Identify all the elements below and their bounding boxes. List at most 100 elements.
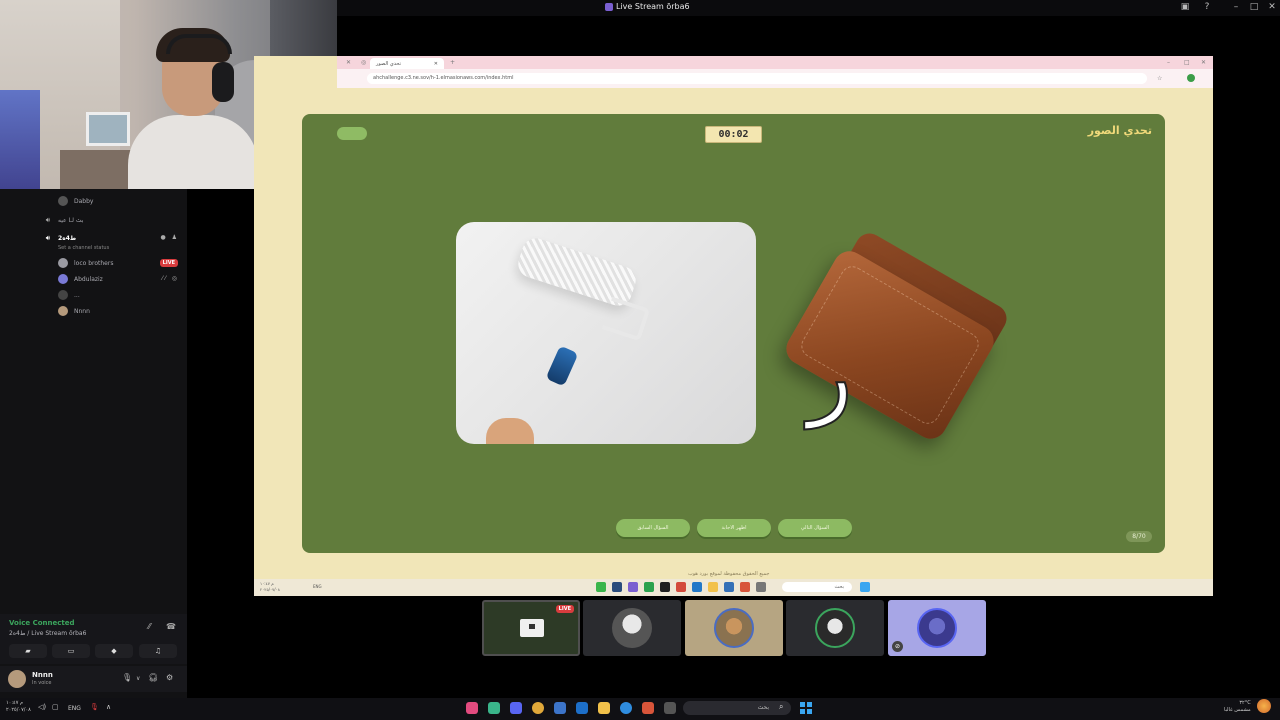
disconnect-icon[interactable]: ☎ [166,622,176,631]
edge-icon[interactable] [620,702,632,714]
screen-share-icon [520,619,544,637]
list-item[interactable]: ... [0,288,187,302]
app-icon[interactable] [664,702,676,714]
channel-tools-icons[interactable]: ● ♟ [160,234,179,241]
minimize-icon[interactable]: – [1167,59,1170,66]
app-icon [605,2,613,11]
avatar [58,274,68,284]
chrome-icon[interactable] [676,582,686,592]
edge-icon[interactable] [692,582,702,592]
soundboard-button[interactable]: ♫ [139,644,177,658]
chrome-icon[interactable] [532,702,544,714]
activity-button[interactable]: ◆ [95,644,133,658]
avatar[interactable] [8,670,26,688]
close-icon[interactable]: ✕ [1265,2,1279,12]
voice-status[interactable]: Voice Connected [9,619,75,627]
list-item[interactable]: loco brothers LIVE [0,256,187,270]
app-icon[interactable] [466,702,478,714]
close-icon[interactable]: ✕ [1201,59,1206,66]
tab-close-icon[interactable]: ✕ [434,61,438,67]
chevron-down-icon[interactable]: ∨ [136,675,140,682]
maximize-icon[interactable]: □ [1247,2,1261,12]
microphone-icon[interactable]: 🎙︎ [122,673,132,682]
office-icon[interactable] [740,582,750,592]
voice-channel-name[interactable]: 2ط4ه / Live Stream ōrba6 [9,630,86,637]
list-item[interactable]: Abdulaziz ⁄⁄ ◎ [0,272,187,286]
screen-share-icon[interactable]: ▣ [1178,2,1192,12]
tab-close-icon[interactable]: ✕ [346,59,351,66]
channel-list: Dabby 🔊︎ بث لـا عيه 🔊︎ 2ط4ه ● ♟ Set a ch… [0,189,187,614]
new-tab-icon[interactable]: + [450,59,455,66]
folder-icon[interactable] [708,582,718,592]
show-answer-button[interactable]: اظهر الاجابة [697,519,771,537]
headphones-icon[interactable]: 🎧︎ [148,673,158,682]
countdown-timer: 00:02 [705,126,762,143]
language-indicator[interactable]: ENG [68,705,81,712]
inner-clock: م ١٠:٤٧ ٢٠٢٥/٠٧/٠٨ [260,581,280,592]
bookmark-star-icon[interactable]: ☆ [1157,75,1162,82]
footer-credits: جميع الحقوق محفوظة لموقع بورد هوب [688,571,770,577]
maximize-icon[interactable]: □ [1184,59,1190,66]
steam-icon[interactable] [612,582,622,592]
microphone-icon[interactable]: 🎙︎ [90,703,99,711]
participant-tile[interactable]: ⊘ [888,600,986,656]
channel-status-hint[interactable]: Set a channel status [0,241,187,255]
live-badge: LIVE [159,259,178,267]
app-icon[interactable] [756,582,766,592]
next-question-button[interactable]: السؤال التالي [778,519,852,537]
game-title: تحدي الصور [1087,124,1152,137]
paint-roller-image [456,222,756,444]
app-icon[interactable] [660,582,670,592]
discord-icon[interactable] [510,702,522,714]
avatar [612,608,652,648]
speaker-icon[interactable]: ◁) [38,703,46,711]
deafened-icon: ⊘ [892,641,903,652]
browser-tab[interactable]: تحدي الصور ✕ [370,58,444,69]
os-taskbar [0,698,1280,720]
address-bar[interactable]: ahchallenge.c3.ne.sov/h-1.elmasionaws.co… [367,73,1147,84]
home-button[interactable] [337,127,367,140]
office-icon[interactable] [642,702,654,714]
participant-tile-stream[interactable]: LIVE [482,600,580,656]
soundboard-icon: ♫ [154,647,162,655]
username[interactable]: Nnnn [32,671,53,679]
chevron-up-icon[interactable]: ∧ [106,703,111,711]
noise-suppression-icon[interactable]: ⁄⁄ [148,622,151,631]
folder-icon[interactable] [598,702,610,714]
participant-tile[interactable] [685,600,783,656]
tab-favicon-icon: ◎ [361,59,367,66]
xbox-icon[interactable] [644,582,654,592]
profile-icon[interactable] [1187,74,1195,82]
network-icon[interactable]: ▢ [52,703,59,711]
search-icon: ⌕ [779,702,784,711]
list-item[interactable]: Nnnn [0,304,187,318]
screen-share-icon: ▭ [67,647,75,655]
outlook-icon[interactable] [576,702,588,714]
participant-tile[interactable] [583,600,681,656]
participant-tile[interactable] [786,600,884,656]
taskbar-search[interactable]: بحث [683,701,791,715]
app-icon[interactable] [488,702,500,714]
minimize-icon[interactable]: – [1229,2,1243,12]
camera-button[interactable]: ▰ [9,644,47,658]
windows-start-icon[interactable] [860,582,870,592]
muted-icon: ⁄⁄ ◎ [161,275,179,282]
settings-gear-icon[interactable]: ⚙ [166,673,173,682]
help-icon[interactable]: ? [1200,2,1214,12]
inner-search-box[interactable]: بحث [782,582,852,592]
avatar [58,306,68,316]
outlook-icon[interactable] [724,582,734,592]
weather-widget[interactable]: ٣٢°C مشمس غالبا [1224,700,1251,714]
taskbar-clock[interactable]: م ١٠:٤٧ ٢٠٢٥/٠٧/٠٨ [6,700,31,714]
calendar-icon[interactable] [554,702,566,714]
rocket-icon: ◆ [111,647,117,655]
windows-start-icon[interactable] [800,702,812,714]
screen-share-button[interactable]: ▭ [52,644,90,658]
voice-channel-item[interactable]: 🔊︎ بث لـا عيه [0,213,187,227]
avatar [815,608,855,648]
discord-icon[interactable] [628,582,638,592]
list-item[interactable]: Dabby [0,194,187,208]
whatsapp-icon[interactable] [596,582,606,592]
avatar [714,608,754,648]
previous-question-button[interactable]: السؤال السابق [616,519,690,537]
